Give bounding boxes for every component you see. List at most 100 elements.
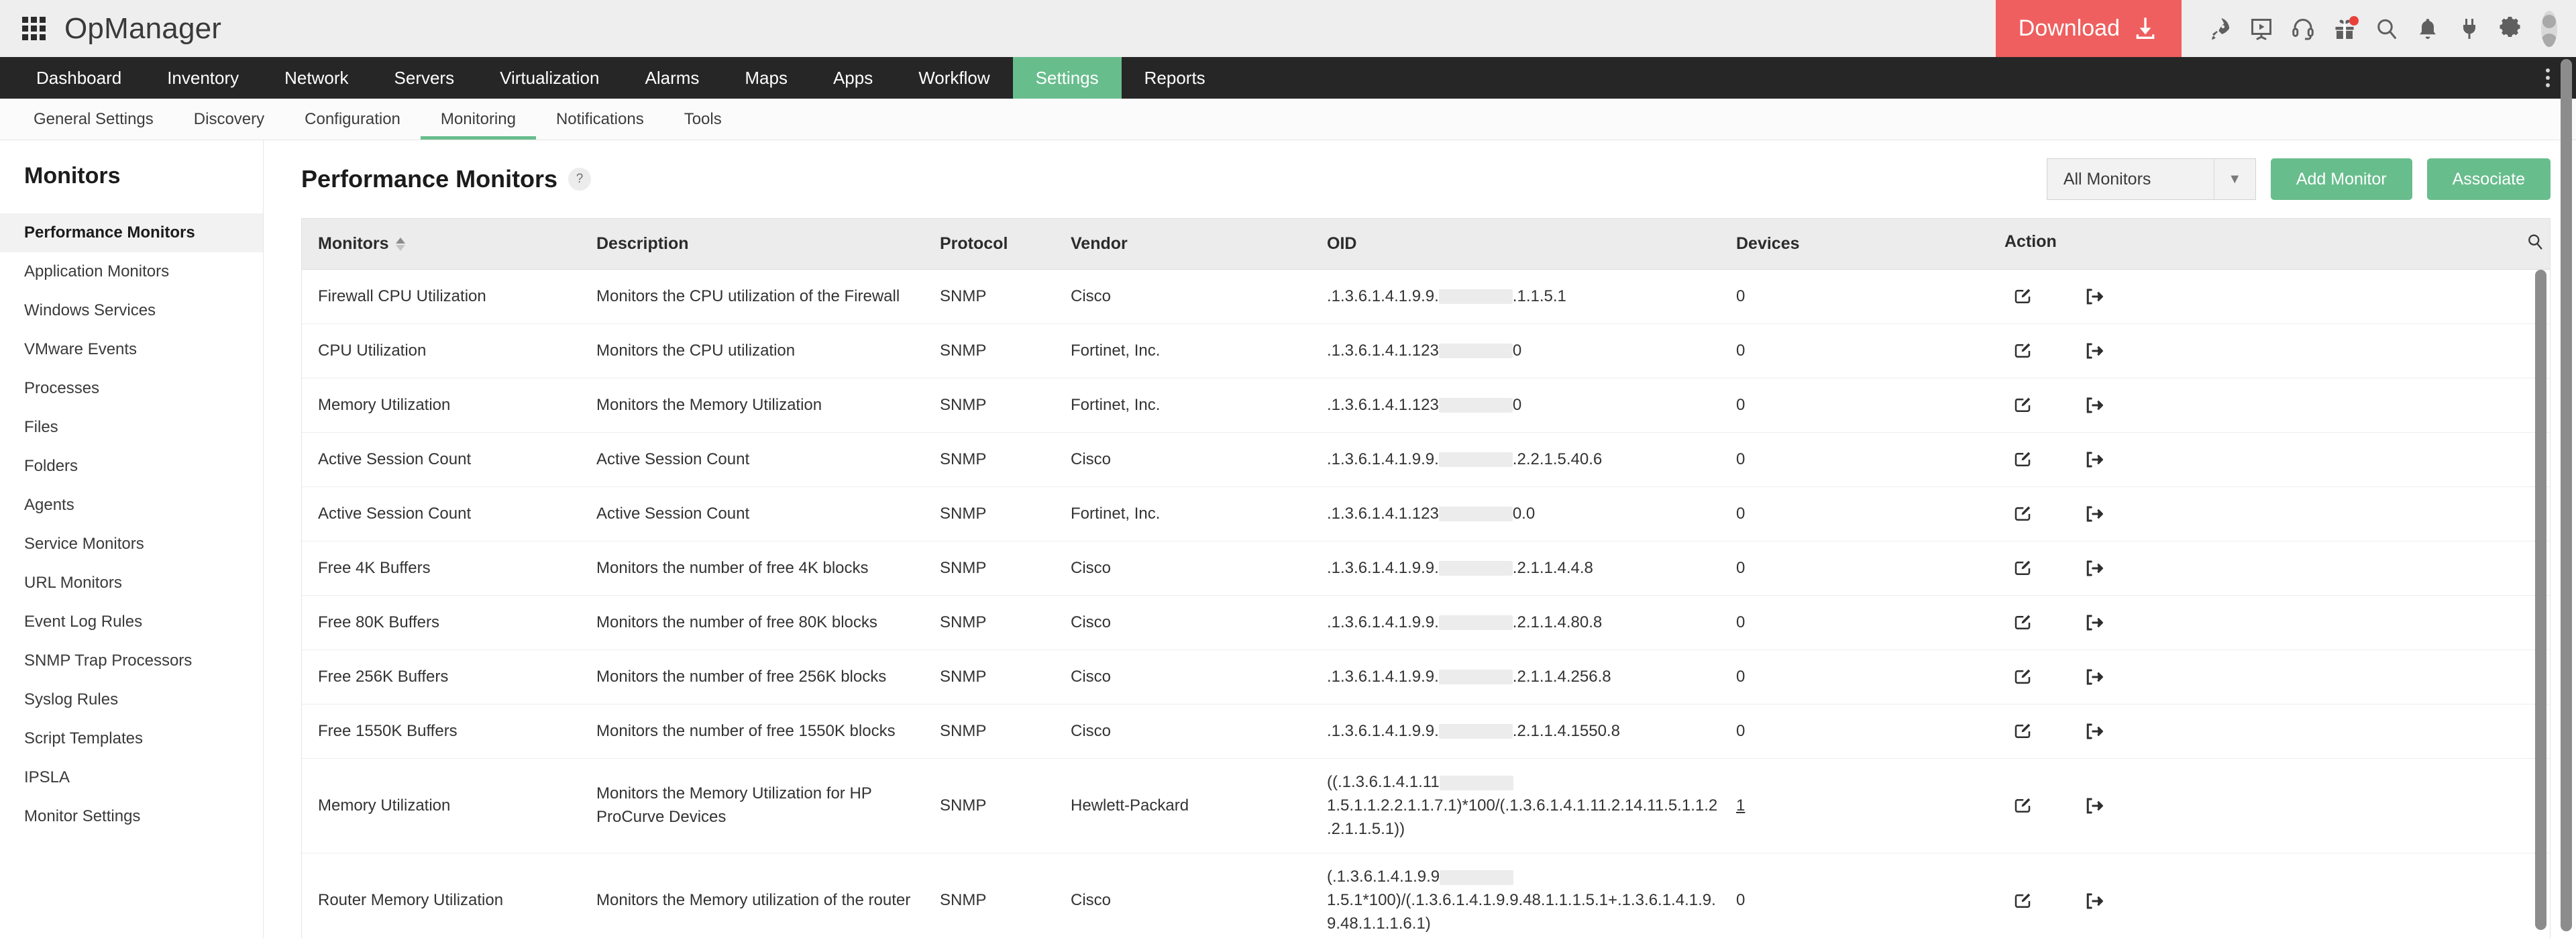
edit-icon[interactable] — [2004, 336, 2041, 366]
sidebar-item-performance-monitors[interactable]: Performance Monitors — [0, 213, 263, 252]
edit-icon[interactable] — [2004, 499, 2041, 529]
nav-item-workflow[interactable]: Workflow — [896, 57, 1012, 99]
table-row[interactable]: Memory Utilization Monitors the Memory Ut… — [302, 378, 2550, 433]
cell-vendor: Cisco — [1055, 269, 1311, 324]
help-icon[interactable]: ? — [568, 168, 592, 191]
associate-arrow-icon[interactable] — [2076, 336, 2112, 366]
nav-item-alarms[interactable]: Alarms — [622, 57, 722, 99]
headset-icon[interactable] — [2282, 8, 2324, 50]
kebab-menu-icon[interactable] — [2534, 57, 2561, 99]
col-header-protocol[interactable]: Protocol — [924, 219, 1055, 270]
subnav-item-notifications[interactable]: Notifications — [536, 99, 664, 140]
edit-icon[interactable] — [2004, 608, 2041, 637]
sidebar-item-vmware-events[interactable]: VMware Events — [0, 330, 263, 369]
associate-arrow-icon[interactable] — [2076, 791, 2112, 821]
sidebar-item-snmp-trap-processors[interactable]: SNMP Trap Processors — [0, 641, 263, 680]
edit-icon[interactable] — [2004, 662, 2041, 692]
edit-icon[interactable] — [2004, 554, 2041, 583]
associate-arrow-icon[interactable] — [2076, 608, 2112, 637]
table-row[interactable]: Memory Utilization Monitors the Memory Ut… — [302, 758, 2550, 854]
search-icon[interactable] — [2365, 8, 2407, 50]
col-header-devices[interactable]: Devices — [1720, 219, 1988, 270]
table-row[interactable]: CPU Utilization Monitors the CPU utilizat… — [302, 323, 2550, 378]
devices-count: 0 — [1736, 667, 1746, 686]
edit-icon[interactable] — [2004, 886, 2041, 916]
sidebar-item-script-templates[interactable]: Script Templates — [0, 719, 263, 758]
table-row[interactable]: Active Session Count Active Session Count… — [302, 432, 2550, 487]
sidebar-item-service-monitors[interactable]: Service Monitors — [0, 525, 263, 564]
edit-icon[interactable] — [2004, 791, 2041, 821]
oid-text: .1.3.6.1.4.1.9.9. .2.1.1.4.4.8 — [1327, 558, 1593, 577]
nav-item-reports[interactable]: Reports — [1122, 57, 1228, 99]
associate-arrow-icon[interactable] — [2076, 554, 2112, 583]
rocket-icon[interactable] — [2199, 8, 2241, 50]
gear-icon[interactable] — [2490, 8, 2532, 50]
sidebar-item-ipsla[interactable]: IPSLA — [0, 758, 263, 797]
edit-icon[interactable] — [2004, 390, 2041, 420]
sidebar-item-files[interactable]: Files — [0, 408, 263, 447]
associate-arrow-icon[interactable] — [2076, 499, 2112, 529]
associate-arrow-icon[interactable] — [2076, 445, 2112, 474]
subnav-item-configuration[interactable]: Configuration — [284, 99, 421, 140]
table-row[interactable]: Active Session Count Active Session Count… — [302, 486, 2550, 541]
apps-grid-icon[interactable] — [20, 15, 47, 42]
sidebar-item-windows-services[interactable]: Windows Services — [0, 291, 263, 330]
user-avatar[interactable] — [2532, 10, 2568, 47]
edit-icon[interactable] — [2004, 717, 2041, 746]
sidebar-item-processes[interactable]: Processes — [0, 369, 263, 408]
nav-item-inventory[interactable]: Inventory — [144, 57, 262, 99]
nav-item-maps[interactable]: Maps — [722, 57, 810, 99]
bell-icon[interactable] — [2407, 8, 2449, 50]
subnav-item-tools[interactable]: Tools — [664, 99, 742, 140]
nav-item-network[interactable]: Network — [262, 57, 371, 99]
col-header-action[interactable]: Action — [1988, 219, 2550, 270]
page-scrollbar-thumb[interactable] — [2561, 59, 2572, 931]
associate-arrow-icon[interactable] — [2076, 662, 2112, 692]
associate-arrow-icon[interactable] — [2076, 886, 2112, 916]
col-header-description[interactable]: Description — [580, 219, 924, 270]
subnav-item-discovery[interactable]: Discovery — [174, 99, 284, 140]
table-row[interactable]: Router Memory Utilization Monitors the Me… — [302, 853, 2550, 938]
associate-arrow-icon[interactable] — [2076, 390, 2112, 420]
nav-item-virtualization[interactable]: Virtualization — [477, 57, 622, 99]
cell-action — [1988, 269, 2550, 324]
monitor-filter-select[interactable]: All Monitors ▼ — [2046, 158, 2256, 200]
associate-arrow-icon[interactable] — [2076, 717, 2112, 746]
table-row[interactable]: Free 80K Buffers Monitors the number of f… — [302, 595, 2550, 650]
row-actions — [2004, 395, 2112, 413]
col-header-oid[interactable]: OID — [1311, 219, 1720, 270]
table-row[interactable]: Free 256K Buffers Monitors the number of … — [302, 649, 2550, 705]
sidebar-item-url-monitors[interactable]: URL Monitors — [0, 564, 263, 603]
download-button[interactable]: Download — [1995, 0, 2182, 57]
col-header-monitors[interactable]: Monitors — [302, 219, 580, 270]
table-scrollbar-thumb[interactable] — [2535, 270, 2546, 930]
sidebar-item-event-log-rules[interactable]: Event Log Rules — [0, 603, 263, 641]
table-row[interactable]: Firewall CPU Utilization Monitors the CPU… — [302, 269, 2550, 324]
sidebar-item-application-monitors[interactable]: Application Monitors — [0, 252, 263, 291]
nav-item-apps[interactable]: Apps — [810, 57, 896, 99]
presentation-icon[interactable] — [2241, 8, 2282, 50]
table-row[interactable]: Free 4K Buffers Monitors the number of fr… — [302, 541, 2550, 596]
associate-arrow-icon[interactable] — [2076, 282, 2112, 311]
subnav-item-general-settings[interactable]: General Settings — [13, 99, 174, 140]
table-row[interactable]: Free 1550K Buffers Monitors the number of… — [302, 704, 2550, 759]
col-header-vendor[interactable]: Vendor — [1055, 219, 1311, 270]
plug-icon[interactable] — [2449, 8, 2490, 50]
nav-item-dashboard[interactable]: Dashboard — [13, 57, 144, 99]
associate-button[interactable]: Associate — [2426, 158, 2551, 200]
nav-item-servers[interactable]: Servers — [372, 57, 478, 99]
sidebar-item-monitor-settings[interactable]: Monitor Settings — [0, 797, 263, 836]
row-actions — [2004, 796, 2112, 815]
sort-indicator-icon[interactable] — [395, 238, 405, 252]
gift-icon[interactable] — [2324, 8, 2365, 50]
edit-icon[interactable] — [2004, 282, 2041, 311]
devices-link[interactable]: 1 — [1736, 796, 1745, 815]
sidebar-item-agents[interactable]: Agents — [0, 486, 263, 525]
sidebar-item-folders[interactable]: Folders — [0, 447, 263, 486]
nav-item-settings[interactable]: Settings — [1012, 57, 1122, 99]
add-monitor-button[interactable]: Add Monitor — [2270, 158, 2412, 200]
sidebar-item-syslog-rules[interactable]: Syslog Rules — [0, 680, 263, 719]
edit-icon[interactable] — [2004, 445, 2041, 474]
subnav-item-monitoring[interactable]: Monitoring — [420, 99, 537, 140]
table-search-icon[interactable] — [2526, 232, 2544, 256]
